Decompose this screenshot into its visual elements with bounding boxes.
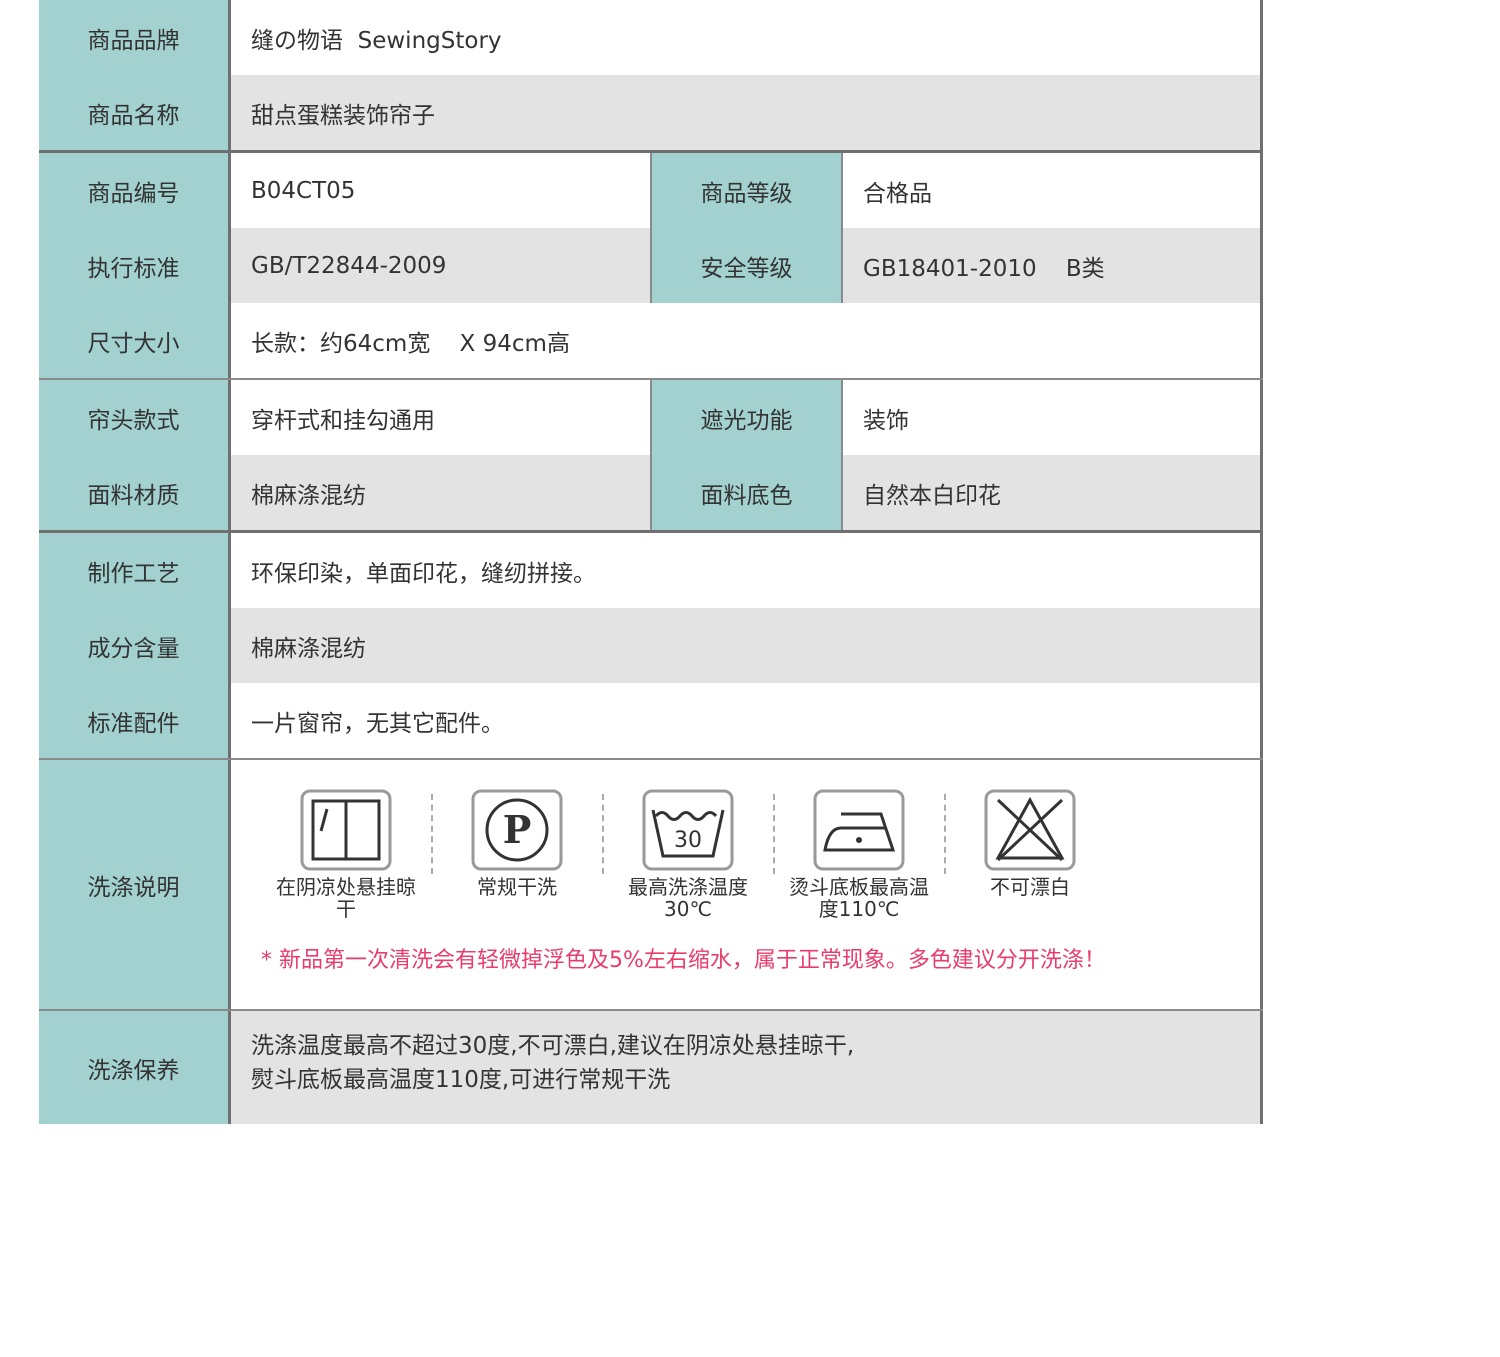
value-header-style: 穿杆式和挂勾通用	[231, 380, 650, 455]
row-fabric: 面料材质 棉麻涤混纺 面料底色 自然本白印花	[39, 455, 1263, 530]
care-symbol-caption: 最高洗涤温度30℃	[628, 875, 748, 921]
care-line: 洗涤温度最高不超过30度,不可漂白,建议在阴凉处悬挂晾干,	[251, 1033, 855, 1059]
wash-temp-glyph: 30	[674, 828, 702, 853]
product-spec-table: 商品品牌 缝の物语 SewingStory 商品名称 甜点蛋糕装饰帘子 商品编号…	[39, 0, 1263, 1124]
dry-clean-glyph: P	[503, 807, 532, 852]
care-symbol-caption: 烫斗底板最高温度110℃	[789, 875, 929, 921]
row-wash: 洗涤说明 在阴凉处悬挂晾干 P 常规干洗 30 最高洗涤温度30℃ 烫斗底板最高…	[39, 760, 1263, 1009]
wash-panel: 在阴凉处悬挂晾干 P 常规干洗 30 最高洗涤温度30℃ 烫斗底板最高温度110…	[231, 760, 1263, 1009]
label-safety: 安全等级	[650, 228, 841, 303]
value-base-color: 自然本白印花	[841, 455, 1263, 530]
label-name: 商品名称	[39, 75, 231, 150]
label-composition: 成分含量	[39, 608, 231, 683]
wash-warning: * 新品第一次清洗会有轻微掉浮色及5%左右缩水，属于正常现象。多色建议分开洗涤！	[261, 948, 1106, 973]
care-instructions: 洗涤温度最高不超过30度,不可漂白,建议在阴凉处悬挂晾干, 熨斗底板最高温度11…	[231, 1011, 1263, 1124]
care-symbol-caption: 在阴凉处悬挂晾干	[276, 875, 416, 921]
value-code: B04CT05	[231, 153, 650, 228]
row-name: 商品名称 甜点蛋糕装饰帘子	[39, 75, 1263, 150]
label-shading: 遮光功能	[650, 380, 841, 455]
care-symbol: 烫斗底板最高温度110℃	[789, 788, 929, 920]
label-grade: 商品等级	[650, 153, 841, 228]
row-brand: 商品品牌 缝の物语 SewingStory	[39, 0, 1263, 75]
value-composition: 棉麻涤混纺	[231, 608, 1263, 683]
divider	[929, 788, 960, 874]
label-standard: 执行标准	[39, 228, 231, 303]
value-fabric: 棉麻涤混纺	[231, 455, 650, 530]
label-code: 商品编号	[39, 153, 231, 228]
value-size: 长款：约64cm宽 X 94cm高	[231, 303, 1263, 378]
row-composition: 成分含量 棉麻涤混纺	[39, 608, 1263, 683]
care-symbol: 不可漂白	[960, 788, 1100, 898]
iron-icon	[813, 789, 905, 871]
care-symbols: 在阴凉处悬挂晾干 P 常规干洗 30 最高洗涤温度30℃ 烫斗底板最高温度110…	[276, 788, 1100, 920]
value-standard: GB/T22844-2009	[231, 228, 650, 303]
label-fabric: 面料材质	[39, 455, 231, 530]
label-base-color: 面料底色	[650, 455, 841, 530]
row-standard: 执行标准 GB/T22844-2009 安全等级 GB18401-2010 B类	[39, 228, 1263, 303]
care-symbol: 在阴凉处悬挂晾干	[276, 788, 416, 920]
label-wash: 洗涤说明	[39, 760, 231, 1009]
label-header-style: 帘头款式	[39, 380, 231, 455]
shade-dry-icon	[300, 789, 392, 871]
row-care: 洗涤保养 洗涤温度最高不超过30度,不可漂白,建议在阴凉处悬挂晾干, 熨斗底板最…	[39, 1011, 1263, 1124]
care-symbol: 30 最高洗涤温度30℃	[618, 788, 758, 920]
divider	[416, 788, 447, 874]
care-symbol-caption: 不可漂白	[990, 875, 1070, 899]
care-symbol-caption: 常规干洗	[477, 875, 557, 899]
value-shading: 装饰	[841, 380, 1263, 455]
value-craft: 环保印染，单面印花，缝纫拼接。	[231, 533, 1263, 608]
value-name: 甜点蛋糕装饰帘子	[231, 75, 1263, 150]
label-size: 尺寸大小	[39, 303, 231, 378]
value-brand: 缝の物语 SewingStory	[231, 0, 1263, 75]
wash-30-icon: 30	[642, 789, 734, 871]
row-size: 尺寸大小 长款：约64cm宽 X 94cm高	[39, 303, 1263, 378]
care-line: 熨斗底板最高温度110度,可进行常规干洗	[251, 1067, 671, 1093]
label-brand: 商品品牌	[39, 0, 231, 75]
no-bleach-icon	[984, 789, 1076, 871]
row-craft: 制作工艺 环保印染，单面印花，缝纫拼接。	[39, 533, 1263, 608]
label-craft: 制作工艺	[39, 533, 231, 608]
row-header-style: 帘头款式 穿杆式和挂勾通用 遮光功能 装饰	[39, 380, 1263, 455]
divider	[758, 788, 789, 874]
value-accessories: 一片窗帘，无其它配件。	[231, 683, 1263, 758]
value-grade: 合格品	[841, 153, 1263, 228]
row-accessories: 标准配件 一片窗帘，无其它配件。	[39, 683, 1263, 758]
dry-clean-p-icon: P	[471, 789, 563, 871]
value-safety: GB18401-2010 B类	[841, 228, 1263, 303]
label-accessories: 标准配件	[39, 683, 231, 758]
divider	[587, 788, 618, 874]
care-symbol: P 常规干洗	[447, 788, 587, 898]
row-code: 商品编号 B04CT05 商品等级 合格品	[39, 153, 1263, 228]
label-care: 洗涤保养	[39, 1011, 231, 1124]
